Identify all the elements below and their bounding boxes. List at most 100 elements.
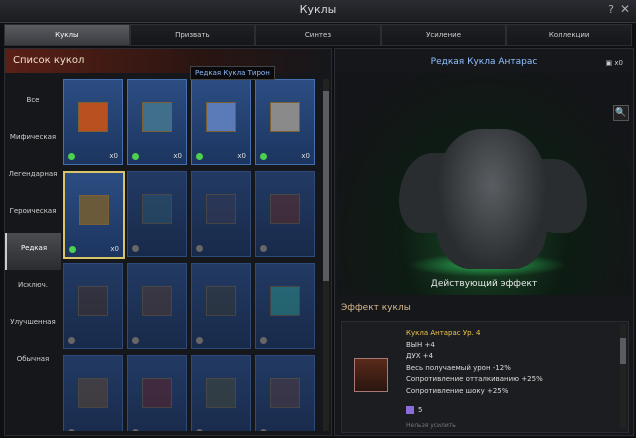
category-list: Все Мифическая Легендарная Героическая Р… [5, 85, 61, 381]
stat-line: Сопротивление отталкиванию +25% [406, 375, 543, 383]
box-count-value: x0 [614, 59, 623, 67]
scrollbar-thumb[interactable] [323, 91, 329, 281]
doll-list-title: Список кукол [13, 55, 85, 66]
magnify-icon[interactable]: 🔍 [613, 105, 629, 121]
doll-stat-name: Кукла Антарас Ур. 4 [406, 329, 481, 337]
enhance-stones: 5 [406, 406, 422, 414]
doll-card[interactable] [127, 355, 187, 431]
doll-card[interactable] [63, 263, 123, 349]
owned-gem-icon [260, 245, 267, 252]
doll-portrait [206, 378, 236, 408]
owned-gem-icon [196, 337, 203, 344]
doll-list-header: Список кукол [5, 49, 331, 73]
effect-scrollbar-thumb[interactable] [620, 338, 626, 364]
doll-list-panel: Список кукол Все Мифическая Легендарная … [4, 48, 332, 436]
doll-portrait [206, 286, 236, 316]
doll-portrait [270, 286, 300, 316]
effect-scrollbar[interactable] [620, 324, 626, 428]
doll-grid: x0 x0 x0 x0 x0 [63, 79, 317, 431]
doll-portrait [142, 286, 172, 316]
owned-gem-icon [69, 246, 76, 253]
enhance-stone-count: 5 [418, 406, 423, 414]
doll-card[interactable] [255, 355, 315, 431]
title-bar: Куклы ? ✕ [0, 0, 636, 23]
doll-detail-title: Редкая Кукла Антарас [430, 57, 538, 67]
doll-card[interactable] [127, 171, 187, 257]
box-count: ▣ x0 [605, 59, 623, 67]
doll-portrait [78, 378, 108, 408]
owned-gem-icon [132, 429, 139, 431]
doll-card[interactable] [191, 355, 251, 431]
enhance-stone-icon [406, 406, 414, 414]
doll-effect-panel: Кукла Антарас Ур. 4 ВЫН +4 ДУХ +4 Весь п… [341, 321, 629, 433]
doll-portrait [142, 378, 172, 408]
tab-dolls[interactable]: Куклы [4, 24, 130, 46]
doll-card[interactable]: x0 [191, 79, 251, 165]
doll-effect-title: Эффект куклы [341, 303, 411, 313]
doll-count: x0 [301, 152, 310, 160]
doll-portrait [142, 194, 172, 224]
doll-portrait [78, 286, 108, 316]
owned-gem-icon [132, 245, 139, 252]
doll-count: x0 [237, 152, 246, 160]
owned-gem-icon [68, 429, 75, 431]
doll-portrait [270, 378, 300, 408]
owned-gem-icon [196, 429, 203, 431]
stat-line: Сопротивление шоку +25% [406, 386, 509, 395]
doll-portrait [270, 194, 300, 224]
owned-gem-icon [260, 429, 267, 431]
dragon-model [437, 129, 547, 269]
category-exclusive[interactable]: Исключ. [5, 270, 61, 307]
doll-preview: 🔍 [337, 73, 631, 295]
category-common[interactable]: Обычная [5, 344, 61, 381]
doll-card[interactable]: x0 [63, 171, 125, 259]
owned-gem-icon [260, 153, 267, 160]
help-icon[interactable]: ? [608, 3, 614, 16]
tab-bar: Куклы Призвать Синтез Усиление Коллекции [4, 24, 632, 46]
stat-line: ДУХ +4 [406, 352, 434, 360]
tab-synthesis[interactable]: Синтез [255, 24, 381, 46]
category-improved[interactable]: Улучшенная [5, 307, 61, 344]
category-mythic[interactable]: Мифическая [5, 122, 61, 159]
owned-gem-icon [68, 337, 75, 344]
tab-summon[interactable]: Призвать [129, 24, 256, 46]
stat-line: ВЫН +4 [406, 340, 435, 349]
category-heroic[interactable]: Героическая [5, 196, 61, 233]
doll-card[interactable] [127, 263, 187, 349]
doll-count: x0 [173, 152, 182, 160]
doll-card[interactable] [255, 263, 315, 349]
doll-count: x0 [109, 152, 118, 160]
doll-card[interactable] [191, 171, 251, 257]
doll-portrait [270, 102, 300, 132]
doll-portrait [206, 102, 236, 132]
close-icon[interactable]: ✕ [620, 2, 630, 16]
category-rare[interactable]: Редкая [5, 233, 61, 270]
cannot-enhance-label: Нельзя усилить [406, 422, 456, 429]
owned-gem-icon [260, 337, 267, 344]
tab-collections[interactable]: Коллекции [506, 24, 632, 46]
active-effect-label: Действующий эффект [430, 279, 538, 289]
owned-gem-icon [132, 153, 139, 160]
doll-portrait [78, 102, 108, 132]
doll-portrait-icon [354, 358, 388, 392]
doll-portrait [79, 195, 109, 225]
tab-enhance[interactable]: Усиление [380, 24, 507, 46]
doll-stats: Кукла Антарас Ур. 4 ВЫН +4 ДУХ +4 Весь п… [406, 328, 543, 397]
stat-line: Весь получаемый урон -12% [406, 363, 511, 372]
doll-portrait [142, 102, 172, 132]
category-all[interactable]: Все [5, 85, 61, 122]
doll-card[interactable] [191, 263, 251, 349]
doll-list-scrollbar[interactable] [323, 79, 329, 431]
owned-gem-icon [68, 153, 75, 160]
doll-card[interactable]: x0 [255, 79, 315, 165]
doll-portrait [206, 194, 236, 224]
owned-gem-icon [196, 245, 203, 252]
doll-count: x0 [110, 245, 119, 253]
owned-gem-icon [196, 153, 203, 160]
window-title: Куклы [299, 3, 337, 16]
doll-card[interactable]: x0 [127, 79, 187, 165]
category-legendary[interactable]: Легендарная [5, 159, 61, 196]
doll-card[interactable] [255, 171, 315, 257]
doll-card[interactable]: x0 [63, 79, 123, 165]
doll-card[interactable] [63, 355, 123, 431]
